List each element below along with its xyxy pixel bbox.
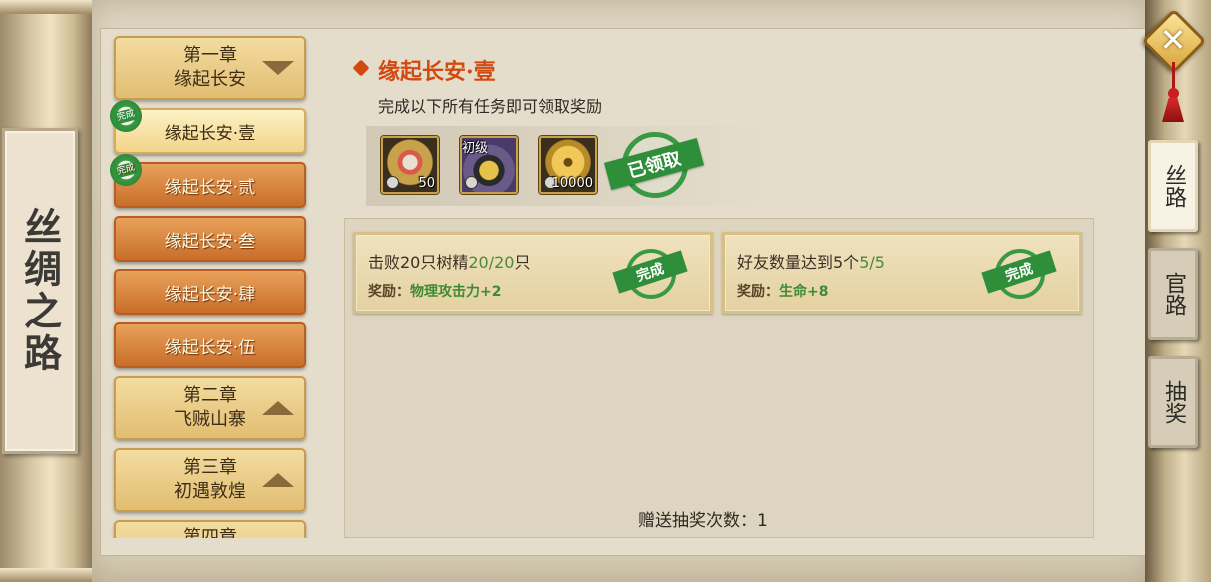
- task-reward: 奖励：生命+8: [737, 284, 829, 300]
- chapter-number: 第四章: [183, 527, 237, 538]
- chapter-number: 第三章: [183, 457, 237, 478]
- tab-silk-road[interactable]: 丝路: [1148, 140, 1198, 232]
- task-complete-stamp: 完成: [981, 247, 1057, 303]
- chapter-4-header[interactable]: 第四章: [114, 520, 306, 538]
- close-icon: ✕: [1159, 21, 1187, 59]
- task-reward-value: 生命+8: [779, 284, 829, 300]
- task-reward: 奖励：物理攻击力+2: [368, 284, 502, 300]
- chapter-3-header[interactable]: 第三章 初遇敦煌: [114, 448, 306, 512]
- quest-label: 缘起长安·肆: [164, 284, 256, 305]
- quest-item-3[interactable]: 缘起长安·叁: [114, 216, 306, 262]
- quest-item-1[interactable]: 缘起长安·壹 完成: [110, 96, 306, 154]
- chapter-number: 第二章: [183, 385, 237, 406]
- quest-label: 缘起长安·贰: [164, 177, 256, 198]
- chapter-name: 缘起长安: [174, 69, 246, 90]
- quest-item-5[interactable]: 缘起长安·伍: [114, 322, 306, 368]
- task-progress: 5/5: [859, 253, 885, 272]
- close-button[interactable]: ✕: [1141, 8, 1207, 74]
- chapter-list[interactable]: 第一章缘起长安 缘起长安·壹 完成 缘起长安·贰 完成 缘起长安·叁 缘起长安·…: [110, 34, 310, 538]
- lottery-count-value: 1: [757, 511, 768, 531]
- scroll-title-plaque: 丝绸之路: [2, 128, 78, 454]
- chevron-up-icon: [262, 401, 294, 415]
- task-description: 击败20只树精20/20只: [368, 253, 531, 272]
- task-description: 好友数量达到5个5/5: [737, 253, 885, 272]
- tab-label: 官路: [1161, 272, 1186, 316]
- chapter-2-header[interactable]: 第二章 飞贼山寨: [114, 376, 306, 440]
- chapter-name: 初遇敦煌: [174, 481, 246, 502]
- tassel-ornament: [1156, 62, 1190, 122]
- quest-instructions: 完成以下所有任务即可领取奖励: [378, 97, 603, 116]
- coin-marker-icon: [465, 176, 478, 189]
- rod-cap-top: [0, 0, 92, 14]
- task-card-1: 击败20只树精20/20只 奖励：物理攻击力+2 完成: [353, 232, 713, 314]
- tab-label: 抽奖: [1161, 380, 1186, 424]
- copper-coin-icon[interactable]: 10000: [539, 136, 597, 194]
- reward-tier: 初级: [462, 141, 489, 156]
- quest-label: 缘起长安·壹: [164, 123, 256, 144]
- lottery-count: 赠送抽奖次数：1: [638, 511, 768, 531]
- pouch-icon[interactable]: 初级: [460, 136, 518, 194]
- tab-label: 丝路: [1161, 164, 1186, 208]
- quest-label: 缘起长安·叁: [164, 231, 256, 252]
- quest-title: 缘起长安·壹: [378, 59, 496, 85]
- quest-label: 缘起长安·伍: [164, 337, 256, 358]
- chapter-number: 第一章: [183, 45, 237, 66]
- medal-badge-icon[interactable]: 50: [381, 136, 439, 194]
- completed-stamp-icon: 完成: [110, 150, 146, 190]
- claimed-stamp: 已领取: [604, 130, 704, 200]
- chapter-1-header[interactable]: 第一章 缘起长安: [114, 36, 306, 100]
- chevron-down-icon: [262, 61, 294, 75]
- chapter-name: 飞贼山寨: [174, 409, 246, 430]
- quest-item-4[interactable]: 缘起长安·肆: [114, 269, 306, 315]
- task-progress: 20/20: [468, 253, 515, 272]
- reward-quantity: 50: [418, 176, 435, 191]
- quest-item-2[interactable]: 缘起长安·贰 完成: [110, 150, 306, 208]
- tab-lottery[interactable]: 抽奖: [1148, 356, 1198, 448]
- task-complete-stamp: 完成: [612, 247, 688, 303]
- task-card-2: 好友数量达到5个5/5 奖励：生命+8 完成: [722, 232, 1082, 314]
- completed-stamp-icon: 完成: [110, 96, 146, 136]
- tab-official-road[interactable]: 官路: [1148, 248, 1198, 340]
- scroll-title: 丝绸之路: [17, 207, 63, 375]
- chevron-up-icon: [262, 473, 294, 487]
- coin-marker-icon: [386, 176, 399, 189]
- reward-quantity: 10000: [551, 176, 593, 191]
- rod-cap-bottom: [0, 568, 92, 582]
- task-reward-value: 物理攻击力+2: [410, 284, 502, 300]
